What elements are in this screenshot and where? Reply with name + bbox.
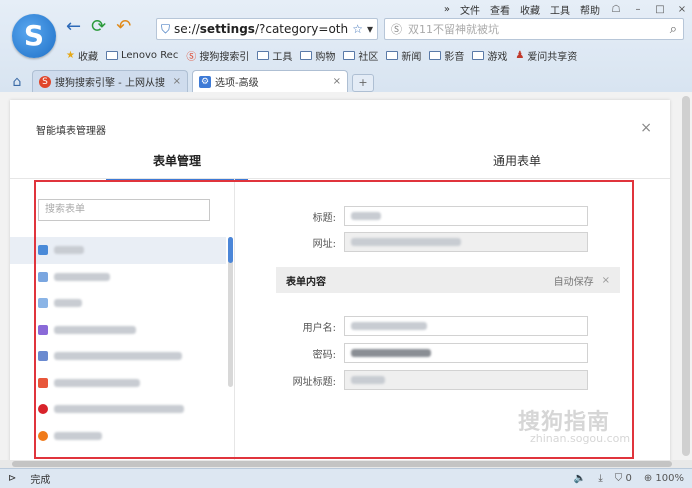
menu-bar: » 文件 查看 收藏 工具 帮助 ☖ – □ × <box>444 2 688 17</box>
folder-icon <box>105 50 118 60</box>
zoom-value: 100% <box>655 473 684 484</box>
menu-favorites[interactable]: 收藏 <box>520 2 540 17</box>
tab-general-forms[interactable]: 通用表单 <box>446 152 588 178</box>
bookmark-tools[interactable]: 工具 <box>257 48 292 63</box>
folder-icon <box>257 50 270 60</box>
star-icon: ★ <box>66 49 75 61</box>
panel-title: 智能填表管理器 <box>36 126 106 137</box>
tab-label: 选项-高级 <box>215 78 259 89</box>
menu-chevron[interactable]: » <box>444 4 450 15</box>
bookmark-shopping[interactable]: 购物 <box>300 48 335 63</box>
skin-icon[interactable]: ☖ <box>610 4 622 15</box>
horizontal-scrollbar[interactable] <box>0 460 692 468</box>
url-bold: settings <box>199 22 255 36</box>
minimize-icon[interactable]: – <box>632 4 644 15</box>
sogou-logo <box>12 14 56 58</box>
url-rest: /?category=oth <box>254 22 349 36</box>
bookmark-label: 工具 <box>272 51 293 63</box>
tab-strip: ⌂ S 搜狗搜索引擎 - 上网从搜 × ⚙ 选项-高级 × + <box>0 68 692 92</box>
shield-count-value: 0 <box>625 473 632 484</box>
home-icon[interactable]: ⌂ <box>6 72 28 92</box>
watermark-url: zhinan.sogou.com <box>530 432 631 445</box>
browser-chrome: » 文件 查看 收藏 工具 帮助 ☖ – □ × ← ⟳ ↶ ⛉ se://se… <box>0 0 692 92</box>
tab-sogou[interactable]: S 搜狗搜索引擎 - 上网从搜 × <box>32 70 188 92</box>
bookmark-label: 社区 <box>358 51 379 63</box>
folder-icon <box>386 50 399 60</box>
shield-count[interactable]: ⛉ 0 <box>615 473 632 484</box>
download-icon[interactable]: ⤓ <box>598 473 602 484</box>
bookmark-sogou[interactable]: Ⓢ 搜狗搜索引 <box>186 48 249 63</box>
settings-icon: ⚙ <box>199 75 211 88</box>
page-scrollbar[interactable] <box>682 96 690 456</box>
bookmark-label: 游戏 <box>487 51 508 63</box>
bookmark-label: 搜狗搜索引 <box>199 51 250 63</box>
folder-icon <box>300 50 313 60</box>
close-window-icon[interactable]: × <box>676 4 688 15</box>
bookmark-news[interactable]: 新闻 <box>386 48 421 63</box>
bookmark-games[interactable]: 游戏 <box>472 48 507 63</box>
menu-file[interactable]: 文件 <box>460 2 480 17</box>
sogou-icon: S <box>39 75 51 88</box>
menu-view[interactable]: 查看 <box>490 2 510 17</box>
refresh-icon[interactable]: ⟳ <box>91 18 106 36</box>
address-dropdown-icon[interactable]: ▾ <box>367 22 373 36</box>
bookmarks-bar: ★ 收藏 Lenovo Rec Ⓢ 搜狗搜索引 工具 购物 社区 新闻 影音 游戏 … <box>66 46 688 64</box>
new-tab-button[interactable]: + <box>352 74 374 92</box>
bookmark-label: Lenovo Rec <box>120 49 179 61</box>
search-icon[interactable]: ⌕ <box>670 22 677 37</box>
address-bar[interactable]: ⛉ se://settings/?category=oth ☆ ▾ <box>156 18 378 40</box>
address-url[interactable]: se://settings/?category=oth <box>174 22 348 36</box>
url-prefix: se:// <box>174 22 200 36</box>
bookmark-favorites[interactable]: ★ 收藏 <box>66 48 98 63</box>
status-bar: ⊳ 完成 🔈 ⤓ ⛉ 0 ⊕ 100% <box>0 468 692 488</box>
bookmark-label: 收藏 <box>77 51 98 63</box>
bookmark-iask[interactable]: ♟ 爱问共享资 <box>515 48 577 63</box>
folder-icon <box>343 50 356 60</box>
folder-icon <box>429 50 442 60</box>
back-arrow-icon[interactable]: ← <box>66 18 81 36</box>
close-icon[interactable]: × <box>640 120 652 136</box>
bookmark-label: 购物 <box>315 51 336 63</box>
tab-form-management[interactable]: 表单管理 <box>106 152 248 180</box>
nav-buttons: ← ⟳ ↶ <box>66 18 131 36</box>
menu-help[interactable]: 帮助 <box>580 2 600 17</box>
speaker-icon[interactable]: 🔈 <box>574 473 586 484</box>
bookmark-lenovo[interactable]: Lenovo Rec <box>105 49 179 61</box>
tab-label: 搜狗搜索引擎 - 上网从搜 <box>55 78 165 89</box>
bookmark-label: 新闻 <box>401 51 422 63</box>
favorite-star-icon[interactable]: ☆ <box>352 22 363 36</box>
sogou-icon: Ⓢ <box>186 51 197 63</box>
undo-icon[interactable]: ↶ <box>116 18 131 36</box>
status-text: 完成 <box>30 475 51 486</box>
sidebar-toggle-icon[interactable]: ⊳ <box>8 473 16 484</box>
person-icon: ♟ <box>515 49 525 61</box>
close-icon[interactable]: × <box>333 76 341 87</box>
bookmark-label: 影音 <box>444 51 465 63</box>
bookmark-community[interactable]: 社区 <box>343 48 378 63</box>
search-placeholder[interactable]: 双11不留神就被坑 <box>408 21 499 37</box>
search-bar[interactable]: Ⓢ 双11不留神就被坑 ⌕ <box>384 18 684 40</box>
sogou-search-icon: Ⓢ <box>391 23 402 36</box>
folder-icon <box>472 50 485 60</box>
tab-settings[interactable]: ⚙ 选项-高级 × <box>192 70 348 92</box>
shield-icon: ⛉ <box>161 21 171 36</box>
bookmark-label: 爱问共享资 <box>527 51 578 63</box>
menu-tools[interactable]: 工具 <box>550 2 570 17</box>
bookmark-media[interactable]: 影音 <box>429 48 464 63</box>
close-icon[interactable]: × <box>173 76 181 87</box>
maximize-icon[interactable]: □ <box>654 4 666 15</box>
status-icons: 🔈 ⤓ ⛉ 0 ⊕ 100% <box>574 473 684 484</box>
zoom-level[interactable]: ⊕ 100% <box>644 473 684 484</box>
